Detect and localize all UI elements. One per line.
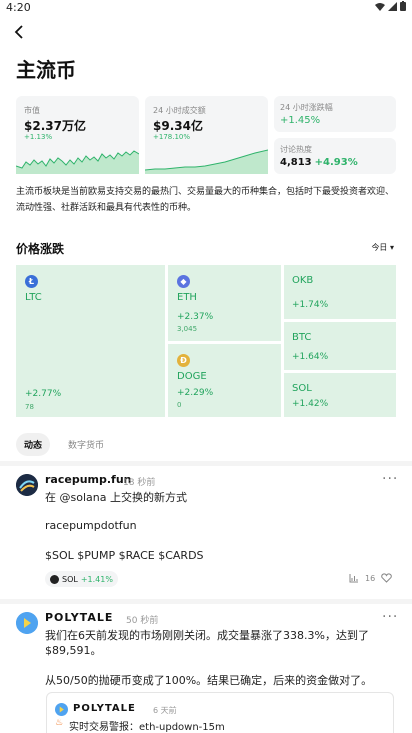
- quoted-post[interactable]: POLYTALE 6 天前 ♨ 实时交易警报：eth-updown-15m: [46, 692, 394, 733]
- post-text-line: $89,591。: [45, 644, 102, 657]
- card-label: 24 小时涨跌幅: [280, 103, 333, 112]
- post-text-line: 我们在6天前发现的市场刚刚关闭。成交量暴涨了338.3%，达到了: [45, 629, 369, 642]
- discussion-change: +4.93%: [314, 157, 358, 168]
- quoted-author: POLYTALE: [73, 703, 136, 714]
- post-text-line: 在 @solana 上交换的新方式: [45, 491, 187, 504]
- doge-icon: Ð: [177, 354, 190, 367]
- avatar[interactable]: [16, 474, 38, 496]
- wifi-icon: [375, 2, 385, 11]
- avatar[interactable]: [16, 612, 38, 634]
- page-title: 主流币: [16, 58, 76, 82]
- status-bar: 4:20: [0, 0, 412, 16]
- tile-name: BTC: [292, 332, 312, 343]
- tile-volume: 0: [177, 401, 182, 409]
- caret-down-icon: ▾: [389, 243, 394, 252]
- back-button[interactable]: [10, 22, 30, 42]
- tab-crypto[interactable]: 数字货币: [60, 433, 112, 456]
- heatmap-tile-btc[interactable]: BTC +1.64%: [284, 322, 396, 370]
- card-change: +1.13%: [24, 133, 53, 141]
- card-value: $9.34亿: [153, 119, 203, 133]
- sol-icon: [50, 574, 59, 584]
- eth-icon: ◆: [177, 275, 190, 288]
- tile-name: OKB: [292, 275, 314, 286]
- volume-sparkline: [145, 149, 268, 174]
- polytale-logo-icon: [16, 612, 38, 634]
- post-time: 50 秒前: [126, 616, 159, 626]
- quoted-text: 实时交易警报：eth-updown-15m: [69, 722, 225, 733]
- sector-description: 主流币板块是当前欧易支持交易的最热门、交易量最大的币种集合，包括时下最受投资者欢…: [16, 187, 395, 213]
- tile-name: ETH: [177, 292, 197, 303]
- quoted-time: 6 天前: [153, 706, 177, 715]
- tile-name: SOL: [292, 383, 312, 394]
- tile-change: +2.29%: [177, 388, 214, 398]
- card-value: 4,813 +4.93%: [280, 157, 358, 168]
- post-author[interactable]: POLYTALE: [45, 611, 113, 624]
- tag-change: +1.41%: [80, 574, 113, 584]
- heatmap-tile-ltc[interactable]: Ł LTC +2.77% 78: [16, 265, 165, 417]
- range-select-label: 今日: [371, 243, 388, 252]
- post-text-line: racepumpdotfun: [45, 519, 137, 532]
- tile-change: +2.77%: [25, 389, 62, 399]
- market-cap-sparkline: [16, 150, 139, 174]
- card-label: 市值: [24, 106, 40, 115]
- feed-tabs: 动态 数字货币: [16, 433, 112, 456]
- heatmap-tile-doge[interactable]: Ð DOGE +2.29% 0: [168, 344, 281, 417]
- post-stats: 16: [349, 573, 392, 583]
- status-time: 4:20: [6, 1, 31, 14]
- tag-symbol: SOL: [62, 574, 78, 584]
- like-count: 16: [365, 573, 376, 583]
- tile-volume: 78: [25, 403, 34, 411]
- tile-change: +1.42%: [292, 399, 329, 409]
- signal-icon: [388, 1, 397, 11]
- back-arrow-icon: [14, 25, 23, 39]
- more-icon[interactable]: ···: [382, 471, 398, 487]
- fire-icon: ♨: [55, 718, 64, 728]
- market-cap-card[interactable]: 市值 $2.37万亿 +1.13%: [16, 96, 139, 174]
- heart-icon[interactable]: [381, 573, 392, 583]
- status-icons: [375, 1, 406, 11]
- polytale-logo-icon: [55, 703, 68, 716]
- tile-change: +1.64%: [292, 352, 329, 362]
- card-label: 24 小时成交额: [153, 106, 206, 115]
- coin-tag-chip[interactable]: SOL +1.41%: [45, 571, 118, 587]
- discussion-card[interactable]: 讨论热度 4,813 +4.93%: [274, 138, 396, 174]
- divider: [0, 461, 412, 466]
- card-label: 讨论热度: [280, 145, 312, 154]
- range-select[interactable]: 今日 ▾: [371, 242, 394, 253]
- tile-name: LTC: [25, 292, 42, 303]
- post-text-line: $SOL $PUMP $RACE $CARDS: [45, 549, 204, 562]
- discussion-count: 4,813: [280, 157, 312, 168]
- tile-name: DOGE: [177, 371, 207, 382]
- change-card[interactable]: 24 小时涨跌幅 +1.45%: [274, 96, 396, 132]
- heatmap-tile-okb[interactable]: OKB +1.74%: [284, 265, 396, 319]
- card-change: +178.10%: [153, 133, 191, 141]
- racepump-logo-icon: [16, 474, 38, 496]
- heatmap-tile-sol[interactable]: SOL +1.42%: [284, 373, 396, 417]
- card-value: +1.45%: [280, 115, 321, 126]
- divider: [0, 599, 412, 604]
- heatmap-tile-eth[interactable]: ◆ ETH +2.37% 3,045: [168, 265, 281, 341]
- tile-change: +2.37%: [177, 312, 214, 322]
- card-value: $2.37万亿: [24, 119, 86, 133]
- post-time: 18 秒前: [123, 478, 156, 488]
- tile-change: +1.74%: [292, 300, 329, 310]
- tile-volume: 3,045: [177, 325, 198, 333]
- tab-feed[interactable]: 动态: [16, 433, 51, 456]
- post-text-line: 从50/50的抛硬币变成了100%。结果已确定，后来的资金做对了。: [45, 674, 373, 687]
- ltc-icon: Ł: [25, 275, 38, 288]
- price-section-title: 价格涨跌: [16, 242, 65, 256]
- post-author[interactable]: racepump.fun: [45, 473, 132, 486]
- battery-icon: [400, 1, 406, 11]
- volume-card[interactable]: 24 小时成交额 $9.34亿 +178.10%: [145, 96, 268, 174]
- chart-icon: [349, 574, 358, 583]
- more-icon[interactable]: ···: [382, 609, 398, 625]
